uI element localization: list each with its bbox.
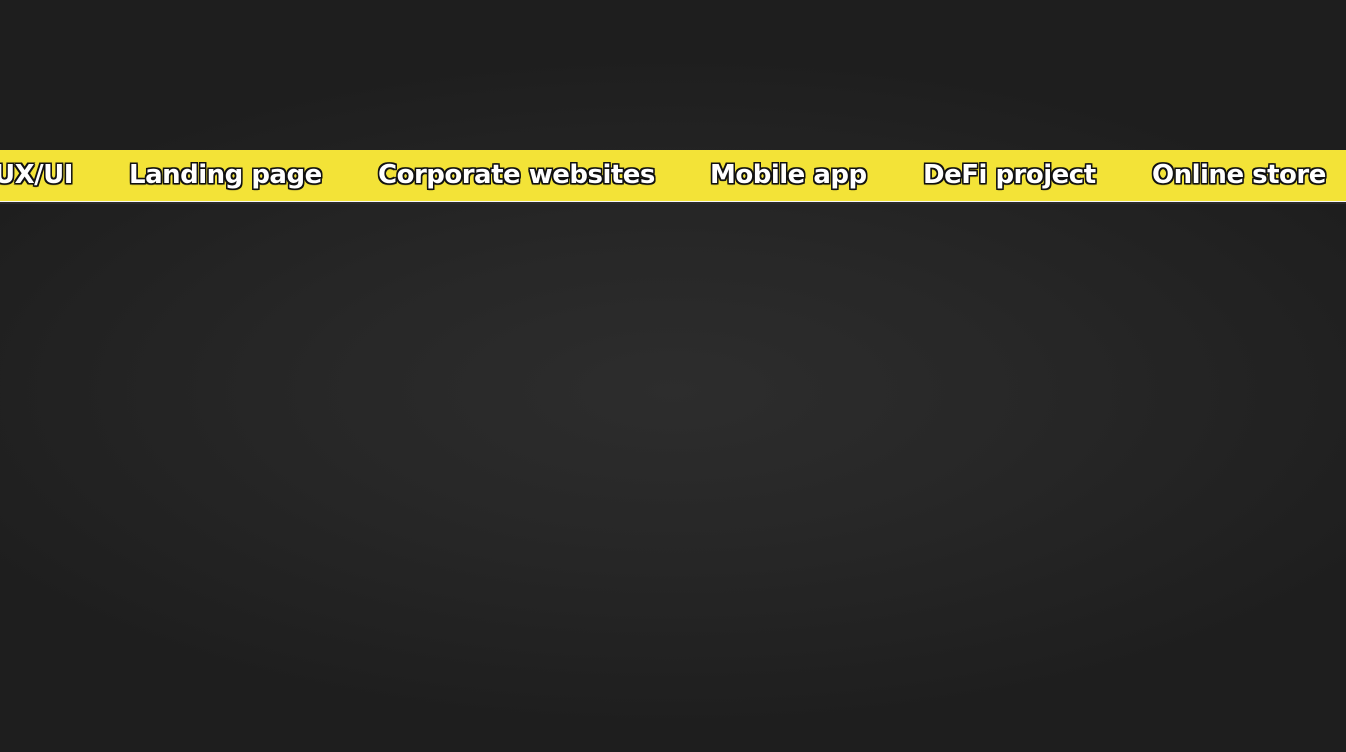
ticker-item-landing-page: Landing page — [129, 160, 322, 190]
ticker-item-corporate-websites: Corporate websites — [378, 160, 655, 190]
services-ticker-band: UX/UI Landing page Corporate websites Mo… — [0, 150, 1346, 202]
ticker-track: UX/UI Landing page Corporate websites Mo… — [0, 150, 1346, 201]
ticker-item-ux-ui: UX/UI — [0, 160, 73, 190]
ticker-item-online-store: Online store — [1152, 160, 1326, 190]
ticker-item-defi-project: DeFi project — [923, 160, 1096, 190]
ticker-item-mobile-app: Mobile app — [710, 160, 867, 190]
